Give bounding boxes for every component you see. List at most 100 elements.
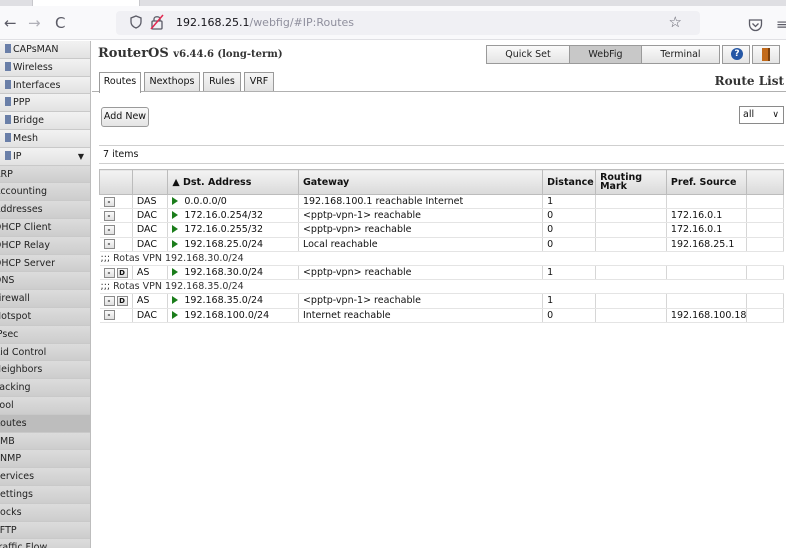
sidebar-item-ipsec[interactable]: IPsec <box>0 325 90 344</box>
sidebar-item-label: DNS <box>0 275 15 287</box>
tab-routes[interactable]: Routes <box>99 72 141 93</box>
tab-nexthops[interactable]: Nexthops <box>144 72 200 91</box>
hamburger-menu-icon[interactable]: ≡ <box>776 17 786 33</box>
pref-source-cell <box>666 265 748 281</box>
dst-address: 172.16.0.254/32 <box>184 210 264 222</box>
sidebar-item-neighbors[interactable]: Neighbors <box>0 361 90 380</box>
sidebar-item-arp[interactable]: ARP <box>0 165 90 184</box>
gateway-cell: Local reachable <box>298 237 544 252</box>
sidebar-item-ppp[interactable]: PPP <box>0 94 90 113</box>
tab-vrf[interactable]: VRF <box>244 72 274 91</box>
webfig-button[interactable]: WebFig <box>569 45 642 64</box>
sidebar-item-label: Addresses <box>0 204 43 216</box>
sidebar-item-settings[interactable]: Settings <box>0 485 90 504</box>
sidebar-item-dhcp-server[interactable]: DHCP Server <box>0 254 90 273</box>
version-label: v6.44.6 (long-term) <box>173 49 283 60</box>
sidebar-item-label: Hotspot <box>0 310 32 322</box>
shield-icon[interactable] <box>130 15 142 29</box>
terminal-button[interactable]: Terminal <box>641 45 720 64</box>
remove-button[interactable]: - <box>103 210 115 221</box>
sidebar-item-label: Services <box>0 471 35 483</box>
dst-address-cell: 192.168.35.0/24 <box>167 293 299 309</box>
sidebar-item-traffic-flow[interactable]: Traffic Flow <box>0 539 90 548</box>
sidebar-item-label: SNMP <box>0 453 22 465</box>
sidebar-item-smb[interactable]: SMB <box>0 432 90 451</box>
table-row[interactable]: - DAC 192.168.25.0/24 Local reachable 0 192.1… <box>99 237 784 252</box>
pref-source-cell: 192.168.25.1 <box>666 237 748 252</box>
quick-set-button[interactable]: Quick Set <box>486 45 570 64</box>
sidebar-item-routes[interactable]: Routes <box>0 414 90 433</box>
sidebar-item-label: Wireless <box>13 61 53 73</box>
sidebar-item-label: Settings <box>0 488 33 500</box>
sidebar-item-label: Routes <box>0 417 27 429</box>
webfig-header: RouterOS v6.44.6 (long-term) Quick Set W… <box>92 41 786 67</box>
column-header[interactable]: Gateway <box>297 169 544 195</box>
remove-button[interactable]: - <box>103 310 115 321</box>
table-row[interactable]: - DAC 172.16.0.254/32 <pptp-vpn-1> reachabl… <box>99 208 784 224</box>
sidebar-item-snmp[interactable]: SNMP <box>0 450 90 469</box>
sidebar-item-packing[interactable]: Packing <box>0 379 90 397</box>
table-row[interactable]: - D AS 192.168.30.0/24 <pptp-vpn> reachable 1 <box>99 265 784 281</box>
column-header[interactable]: ▲ Dst. Address <box>167 169 299 195</box>
routing-mark-cell <box>595 222 667 238</box>
table-row[interactable]: - D AS 192.168.35.0/24 <pptp-vpn-1> reachabl… <box>99 293 784 309</box>
remove-button[interactable]: - <box>103 267 115 278</box>
remove-button[interactable]: - <box>103 295 115 306</box>
lock-insecure-icon[interactable] <box>150 14 164 30</box>
forward-icon[interactable]: → <box>28 14 41 32</box>
gateway: <pptp-vpn> reachable <box>302 267 412 279</box>
filter-select[interactable]: all ∨ <box>739 106 784 124</box>
pocket-icon[interactable] <box>748 18 763 32</box>
sidebar-item-dhcp-client[interactable]: DHCP Client <box>0 218 90 237</box>
routing-mark-cell <box>595 194 667 210</box>
address-bar[interactable]: 192.168.25.1/webfig/#IP:Routes ☆ <box>116 11 700 35</box>
gateway: 192.168.100.1 reachable Internet <box>302 196 464 208</box>
add-new-button[interactable]: Add New <box>101 107 149 127</box>
sidebar-item-tftp[interactable]: TFTP <box>0 521 90 540</box>
sidebar-item-label: Packing <box>0 382 31 394</box>
menu-item-icon <box>5 79 11 89</box>
sidebar-item-dhcp-relay[interactable]: DHCP Relay <box>0 236 90 255</box>
sidebar-item-capsman[interactable]: CAPsMAN <box>0 41 90 59</box>
comment-row[interactable]: ;;; Rotas VPN 192.168.30.0/24 <box>99 251 784 266</box>
sidebar-item-addresses[interactable]: Addresses <box>0 201 90 219</box>
remove-button[interactable]: - <box>103 196 115 207</box>
sidebar-item-firewall[interactable]: Firewall <box>0 290 90 308</box>
sidebar-item-wireless[interactable]: Wireless <box>0 58 90 77</box>
sidebar-item-ip[interactable]: IP ▼ <box>0 147 90 166</box>
back-icon[interactable]: ← <box>4 14 17 32</box>
reload-icon[interactable]: C <box>55 14 65 32</box>
comment-row[interactable]: ;;; Rotas VPN 192.168.35.0/24 <box>99 279 784 295</box>
sidebar-item-interfaces[interactable]: Interfaces <box>0 76 90 95</box>
sidebar-item-bridge[interactable]: Bridge <box>0 112 90 130</box>
table-row[interactable]: - DAS 0.0.0.0/0 192.168.100.1 reachable Int… <box>99 194 784 210</box>
table-row[interactable]: - DAC 172.16.0.255/32 <pptp-vpn> reachable 0… <box>99 222 784 238</box>
sidebar-item-label: CAPsMAN <box>13 44 59 55</box>
column-header[interactable]: Pref. Source <box>665 169 748 195</box>
remove-button[interactable]: - <box>103 239 115 250</box>
table-row[interactable]: - DAC 192.168.100.0/24 Internet reachable 0 1… <box>99 308 784 323</box>
sidebar-item-services[interactable]: Services <box>0 468 90 486</box>
sidebar-item-dns[interactable]: DNS <box>0 272 90 291</box>
distance: 0 <box>547 210 554 222</box>
sidebar-item-label: Socks <box>0 506 22 518</box>
sidebar-item-kid-control[interactable]: Kid Control <box>0 343 90 362</box>
sidebar-item-socks[interactable]: Socks <box>0 503 90 522</box>
dst-address-cell: 192.168.25.0/24 <box>167 237 299 252</box>
gateway: <pptp-vpn> reachable <box>302 224 412 236</box>
sidebar-item-mesh[interactable]: Mesh <box>0 129 90 148</box>
disable-button[interactable]: D <box>116 267 128 278</box>
sidebar-item-pool[interactable]: Pool <box>0 396 90 415</box>
column-header[interactable]: Routing Mark <box>595 169 667 195</box>
disable-button[interactable]: D <box>116 295 128 306</box>
remove-button[interactable]: - <box>103 224 115 235</box>
gateway: <pptp-vpn-1> reachable <box>302 295 421 307</box>
route-flags: DAS <box>136 196 157 208</box>
bookmark-star-icon[interactable]: ☆ <box>669 13 682 31</box>
logout-button[interactable] <box>752 45 780 64</box>
tab-rules[interactable]: Rules <box>203 72 241 91</box>
column-header[interactable]: Distance <box>542 169 597 195</box>
help-button[interactable]: ? <box>722 45 750 64</box>
sidebar-item-hotspot[interactable]: Hotspot <box>0 307 90 326</box>
sidebar-item-accounting[interactable]: Accounting <box>0 183 90 202</box>
